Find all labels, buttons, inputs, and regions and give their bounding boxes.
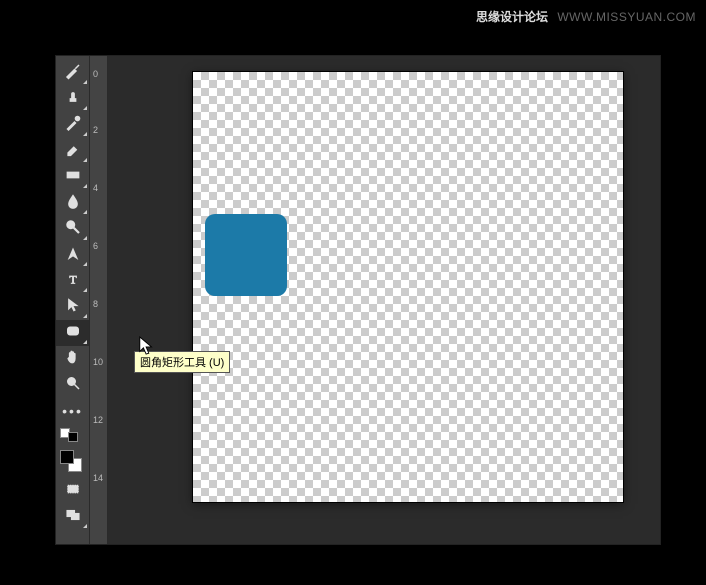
forum-name: 思缘设计论坛 (476, 10, 548, 24)
dodge-tool[interactable] (56, 216, 89, 242)
foreground-color-swatch[interactable] (60, 450, 74, 464)
canvas-area[interactable]: 圆角矩形工具 (U) (108, 56, 660, 544)
pen-tool-icon (64, 244, 82, 267)
document-canvas[interactable] (193, 72, 623, 502)
hand-tool-icon (64, 348, 82, 371)
rounded-rectangle-shape[interactable] (205, 214, 287, 296)
zoom-tool-icon (64, 374, 82, 397)
page-header: 思缘设计论坛 WWW.MISSYUAN.COM (476, 8, 696, 25)
blur-tool[interactable] (56, 190, 89, 216)
blur-tool-icon (64, 192, 82, 215)
editor-workspace: T ••• (55, 55, 661, 545)
forum-url: WWW.MISSYUAN.COM (557, 10, 696, 24)
rounded-rectangle-tool-icon (64, 322, 82, 345)
path-selection-tool[interactable] (56, 294, 89, 320)
type-tool[interactable]: T (56, 268, 89, 294)
more-tools[interactable]: ••• (56, 398, 89, 424)
quick-mask-icon (64, 480, 82, 503)
gradient-tool[interactable] (56, 164, 89, 190)
tool-tooltip: 圆角矩形工具 (U) (134, 351, 230, 373)
vertical-ruler: 0 2 4 6 8 10 12 14 (90, 56, 108, 544)
quick-mask-tool[interactable] (56, 478, 89, 504)
type-tool-icon: T (64, 270, 82, 293)
brush-tool-icon (64, 62, 82, 85)
eraser-tool-icon (64, 140, 82, 163)
more-icon: ••• (62, 406, 83, 416)
history-brush-tool[interactable] (56, 112, 89, 138)
screen-mode-icon (64, 506, 82, 529)
history-brush-tool-icon (64, 114, 82, 137)
hand-tool[interactable] (56, 346, 89, 372)
pen-tool[interactable] (56, 242, 89, 268)
toolbar: T ••• (56, 56, 90, 544)
stamp-tool[interactable] (56, 86, 89, 112)
gradient-tool-icon (64, 166, 82, 189)
svg-text:T: T (69, 272, 77, 286)
eraser-tool[interactable] (56, 138, 89, 164)
path-selection-tool-icon (64, 296, 82, 319)
rounded-rectangle-tool[interactable] (56, 320, 89, 346)
dodge-tool-icon (64, 218, 82, 241)
color-swatch[interactable] (56, 448, 89, 478)
mini-color-swatch[interactable] (56, 424, 89, 444)
screen-mode-tool[interactable] (56, 504, 89, 530)
brush-tool[interactable] (56, 60, 89, 86)
stamp-tool-icon (64, 88, 82, 111)
zoom-tool[interactable] (56, 372, 89, 398)
